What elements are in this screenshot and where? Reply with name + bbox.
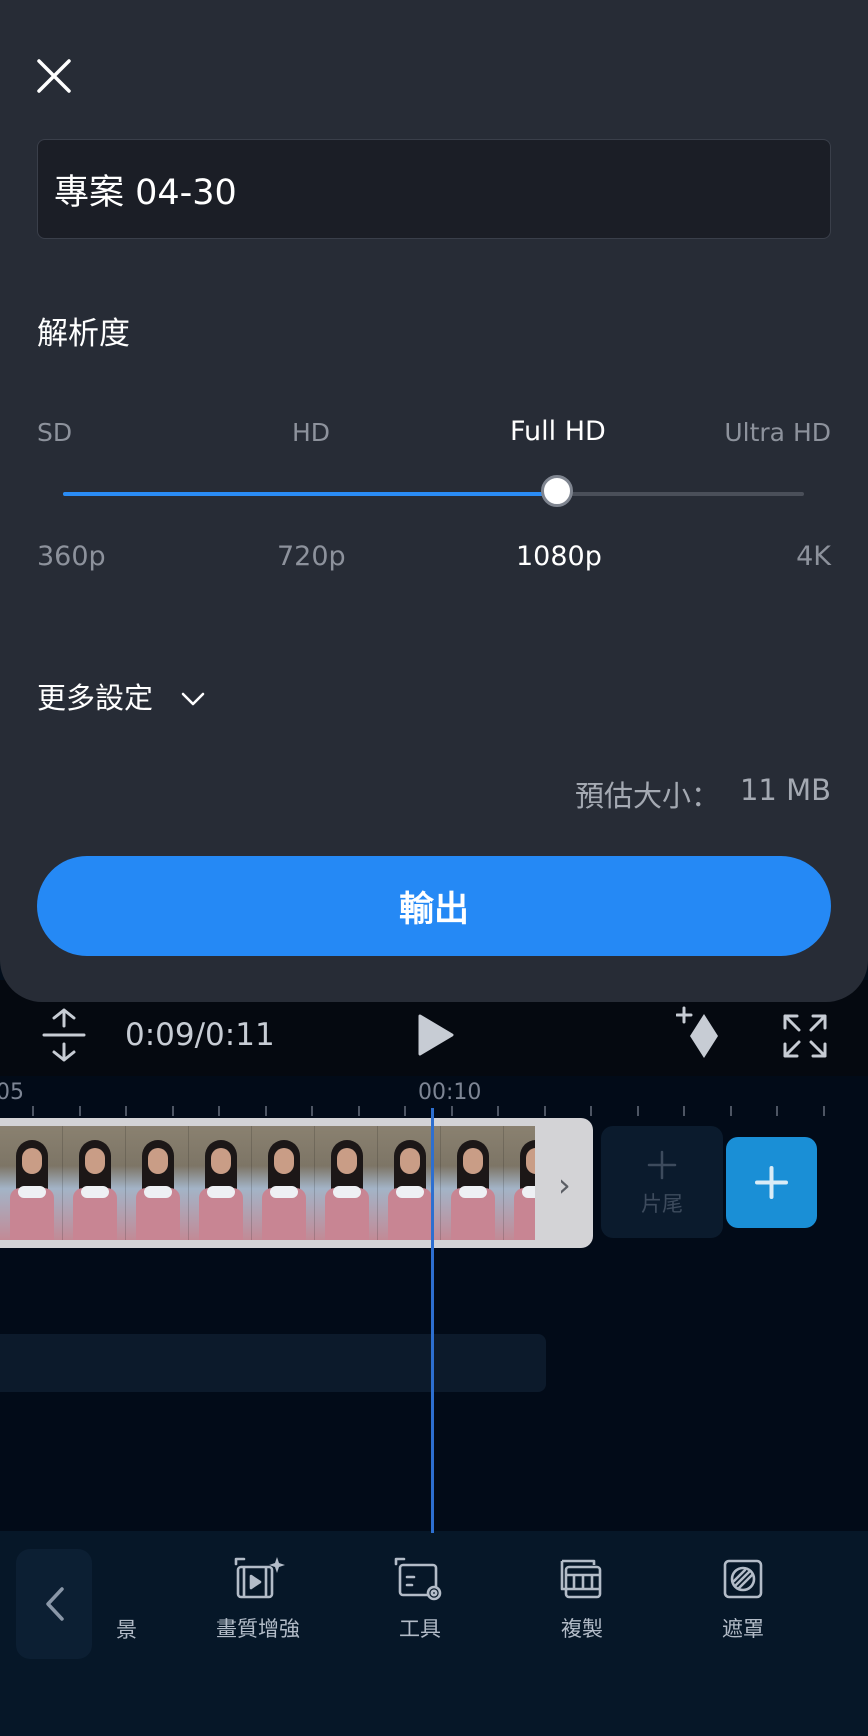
fullscreen-icon[interactable]: [781, 1012, 829, 1064]
resolution-heading: 解析度: [37, 316, 130, 352]
toolbar-item-enhance[interactable]: 畫質增強: [188, 1555, 328, 1643]
ruler-tick: [729, 1106, 732, 1116]
ruler-label-05: 05: [0, 1080, 24, 1105]
resolution-value-1080p: 1080p: [516, 541, 602, 572]
toolbar-item-duplicate[interactable]: 複製: [512, 1555, 652, 1643]
ruler-tick: [311, 1106, 313, 1116]
toolbar-back-button[interactable]: [16, 1549, 92, 1659]
chevron-down-icon: [181, 679, 205, 713]
resolution-slider-fill: [63, 492, 558, 496]
clip-thumbnail: [189, 1126, 252, 1240]
toolbar-item-tools[interactable]: 工具: [350, 1555, 490, 1643]
ruler-tick: [125, 1106, 127, 1116]
play-icon[interactable]: [416, 1013, 456, 1061]
resolution-name-hd[interactable]: HD: [292, 418, 330, 447]
toolbar-item-partial-label[interactable]: 景: [116, 1614, 137, 1644]
playback-time: 0:09/0:11: [125, 1017, 275, 1053]
add-icon: [755, 1166, 788, 1199]
ruler-tick: [822, 1106, 825, 1116]
ruler-tick: [776, 1106, 778, 1116]
resolution-slider-thumb[interactable]: [541, 475, 574, 507]
ruler-tick: [450, 1106, 453, 1116]
tools-icon: [394, 1557, 442, 1601]
resolution-value-720p: 720p: [277, 541, 346, 572]
ruler-tick: [590, 1106, 592, 1116]
clip-thumbnail: [504, 1126, 535, 1240]
resolution-value-360p: 360p: [37, 541, 106, 572]
export-sheet: 解析度 SD HD Full HD Ultra HD 360p 720p 108…: [0, 0, 868, 1002]
project-title-field[interactable]: [37, 139, 831, 239]
toolbar-item-label: 工具: [399, 1617, 441, 1641]
ruler-label-0010: 00:10: [418, 1080, 482, 1105]
toolbar-item-label: 複製: [561, 1617, 603, 1641]
toolbar-item-mask[interactable]: 遮罩: [673, 1555, 813, 1643]
resolution-name-ultra-hd[interactable]: Ultra HD: [724, 418, 831, 447]
clip-thumbnail: [63, 1126, 126, 1240]
ruler-tick: [357, 1106, 360, 1116]
estimated-size-label: 預估大小：: [574, 779, 720, 813]
resolution-name-full-hd[interactable]: Full HD: [510, 416, 606, 447]
video-clip[interactable]: [0, 1118, 593, 1248]
duplicate-icon: [560, 1559, 602, 1599]
estimated-size-value: 11 MB: [739, 773, 831, 807]
playhead[interactable]: [431, 1108, 434, 1533]
ruler-tick: [543, 1106, 546, 1116]
clip-thumbnail: [252, 1126, 315, 1240]
ruler-tick: [636, 1106, 639, 1116]
plus-icon: [647, 1150, 677, 1180]
resolution-slider[interactable]: [63, 475, 804, 507]
ruler-tick: [264, 1106, 267, 1116]
clip-trim-handle-icon[interactable]: ›: [558, 1166, 571, 1204]
ruler-tick: [404, 1106, 406, 1116]
ending-label: 片尾: [641, 1192, 683, 1216]
chevron-left-icon: [46, 1587, 64, 1621]
resolution-name-sd[interactable]: SD: [37, 418, 72, 447]
mask-icon: [723, 1559, 763, 1599]
enhance-icon: [234, 1557, 285, 1599]
toolbar-item-label: 畫質增強: [216, 1617, 300, 1641]
project-title-input[interactable]: [54, 164, 794, 214]
estimated-size: 預估大小： 11 MB: [575, 773, 831, 815]
clip-thumbnails: [0, 1126, 535, 1240]
resolution-value-4k: 4K: [796, 541, 831, 572]
clip-thumbnail: [441, 1126, 504, 1240]
more-settings-label: 更多設定: [37, 681, 154, 715]
close-icon[interactable]: [34, 56, 74, 96]
audio-track-bar[interactable]: [0, 1334, 546, 1392]
ruler-tick: [171, 1106, 174, 1116]
toolbar-item-label: 遮罩: [722, 1617, 764, 1641]
ruler-tick: [32, 1106, 34, 1116]
track-height-icon[interactable]: [40, 1008, 88, 1066]
export-button[interactable]: 輸出: [37, 856, 831, 956]
add-ending-tile[interactable]: [601, 1126, 723, 1238]
clip-thumbnail: [126, 1126, 189, 1240]
add-clip-button[interactable]: [726, 1137, 817, 1228]
clip-thumbnail: [315, 1126, 378, 1240]
more-settings-toggle[interactable]: 更多設定: [37, 675, 205, 717]
ruler-tick: [497, 1106, 499, 1116]
ruler-tick: [218, 1106, 220, 1116]
ruler-tick: [683, 1106, 685, 1116]
clip-thumbnail: [0, 1126, 63, 1240]
keyframe-icon[interactable]: [675, 1006, 728, 1066]
ruler-tick: [78, 1106, 81, 1116]
